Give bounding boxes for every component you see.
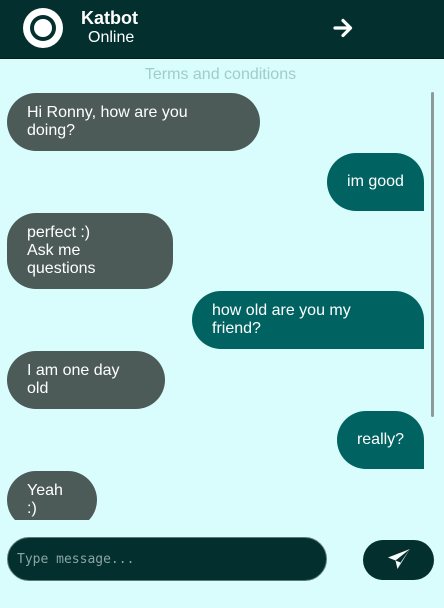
message-text: Yeah :) <box>27 482 63 517</box>
message-text: perfect :) Ask me questions <box>27 224 96 277</box>
message-text: Hi Ronny, how are you doing? <box>27 104 188 139</box>
message-text: how old are you my friend? <box>212 302 351 337</box>
chat-header: Katbot Online <box>0 0 444 59</box>
message-text: I am one day old <box>27 362 120 397</box>
bot-message: Hi Ronny, how are you doing? <box>7 93 260 151</box>
user-message: how old are you my friend? <box>192 291 424 349</box>
bot-status: Online <box>88 29 135 46</box>
bot-message: Yeah :) <box>7 471 97 520</box>
bot-avatar-icon <box>23 8 63 48</box>
message-text: im good <box>347 173 404 190</box>
message-list[interactable]: Hi Ronny, how are you doing? im good per… <box>0 86 444 520</box>
bot-message: I am one day old <box>7 351 165 409</box>
message-text: really? <box>356 431 405 448</box>
user-message: im good <box>327 153 424 211</box>
user-message: really? <box>337 411 424 469</box>
send-icon <box>387 548 411 573</box>
bot-name: Katbot <box>81 8 138 28</box>
bot-message: perfect :) Ask me questions <box>7 213 173 289</box>
message-input[interactable] <box>7 537 327 581</box>
arrow-right-icon[interactable] <box>330 15 356 41</box>
scrollbar-thumb[interactable] <box>431 92 434 417</box>
terms-link[interactable]: Terms and conditions <box>0 66 441 84</box>
send-button[interactable] <box>363 540 434 580</box>
